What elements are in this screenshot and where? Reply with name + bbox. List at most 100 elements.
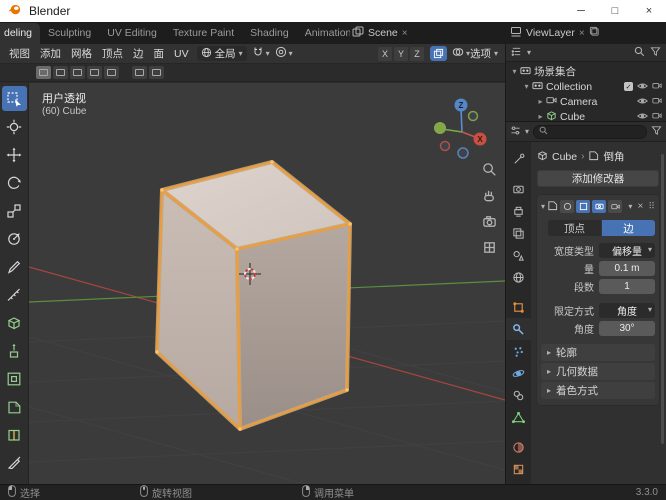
menu-vertex[interactable]: 顶点 <box>97 46 128 61</box>
scene-unlink-icon[interactable]: × <box>402 28 408 39</box>
outliner-row-camera[interactable]: ▸ Camera <box>506 94 666 109</box>
proportional-editing-dropdown[interactable]: ▾ <box>275 46 293 61</box>
maximize-button[interactable]: □ <box>598 0 632 22</box>
tab-view-layer[interactable] <box>506 222 531 244</box>
options-dropdown[interactable]: 选项 ▾ <box>470 46 501 61</box>
menu-add[interactable]: 添加 <box>35 46 66 61</box>
tab-uv-editing[interactable]: UV Editing <box>99 23 165 44</box>
realtime-display-toggle[interactable] <box>592 200 607 213</box>
properties-editor-icon[interactable] <box>510 125 521 139</box>
angle-field[interactable]: 30° <box>599 320 655 336</box>
select-mode-subtract-button[interactable] <box>70 66 85 79</box>
select-mode-intersect-button[interactable] <box>104 66 119 79</box>
drag-handle-icon[interactable]: ⠿ <box>648 201 655 212</box>
minimize-button[interactable]: ─ <box>564 0 598 22</box>
tab-physics[interactable] <box>506 362 531 384</box>
chevron-right-icon[interactable]: ▸ <box>535 112 546 121</box>
tool-loop-cut[interactable] <box>2 422 27 447</box>
tab-texture-paint[interactable]: Texture Paint <box>165 23 242 44</box>
filter-icon[interactable] <box>650 46 661 60</box>
tab-sculpting[interactable]: Sculpting <box>40 23 99 44</box>
search-icon[interactable] <box>634 46 645 60</box>
width-type-dropdown[interactable]: 偏移量 ▾ <box>599 242 655 258</box>
tool-measure[interactable] <box>2 282 27 307</box>
tool-rotate[interactable] <box>2 170 27 195</box>
tool-transform[interactable] <box>2 226 27 251</box>
menu-mesh[interactable]: 网格 <box>66 46 97 61</box>
outliner-editor-icon[interactable] <box>511 46 522 60</box>
shading-subpanel-header[interactable]: ▸ 着色方式 <box>541 382 655 399</box>
tool-bevel[interactable] <box>2 394 27 419</box>
tab-scene[interactable] <box>506 244 531 266</box>
menu-uv[interactable]: UV <box>169 48 194 60</box>
tab-particles[interactable] <box>506 340 531 362</box>
tab-material[interactable] <box>506 436 531 458</box>
pan-hand-icon[interactable] <box>481 187 498 204</box>
scene-selector[interactable]: Scene × <box>352 22 408 44</box>
camera-toggle-icon[interactable] <box>652 96 662 108</box>
gizmo-neg-x-ball[interactable] <box>439 140 451 152</box>
xray-toggle[interactable] <box>429 46 447 61</box>
tab-object[interactable] <box>506 296 531 318</box>
on-cage-toggle[interactable] <box>560 200 575 213</box>
mirror-z-toggle[interactable]: Z <box>409 46 424 61</box>
ortho-grid-icon[interactable] <box>481 239 498 256</box>
filter-icon[interactable] <box>651 125 662 139</box>
affect-vertices-tab[interactable]: 顶点 <box>548 220 601 236</box>
tool-settings-extra-2[interactable] <box>149 66 164 79</box>
affect-edges-tab[interactable]: 边 <box>602 220 655 236</box>
tool-knife[interactable] <box>2 450 27 475</box>
tool-settings-extra-1[interactable] <box>132 66 147 79</box>
tool-extrude-region[interactable] <box>2 338 27 363</box>
chevron-down-icon[interactable]: ▾ <box>541 202 545 211</box>
gizmo-y-ball[interactable] <box>434 122 446 134</box>
tool-move[interactable] <box>2 142 27 167</box>
tab-texture[interactable] <box>506 458 531 480</box>
chevron-down-icon[interactable]: ▾ <box>509 67 520 76</box>
tab-animation[interactable]: Animation <box>297 23 350 44</box>
menu-face[interactable]: 面 <box>149 46 170 61</box>
properties-scrollbar[interactable] <box>661 154 664 444</box>
tool-add-cube[interactable] <box>2 310 27 335</box>
eye-icon[interactable] <box>637 81 648 93</box>
edit-mode-display-toggle[interactable] <box>576 200 591 213</box>
modifier-extras-icon[interactable]: ▾ <box>628 202 632 211</box>
menu-view[interactable]: 视图 <box>4 46 35 61</box>
tool-annotate[interactable] <box>2 254 27 279</box>
gizmo-neg-y-ball[interactable] <box>467 110 479 122</box>
new-layer-icon[interactable] <box>589 26 600 40</box>
tab-modifiers[interactable] <box>506 318 531 340</box>
chevron-down-icon[interactable]: ▾ <box>527 48 531 57</box>
view-layer-unlink-icon[interactable]: × <box>579 28 585 39</box>
tab-world[interactable] <box>506 266 531 288</box>
select-mode-invert-button[interactable] <box>87 66 102 79</box>
modifier-close-icon[interactable]: × <box>634 201 646 212</box>
geometry-subpanel-header[interactable]: ▸ 几何数据 <box>541 363 655 380</box>
tool-select-box[interactable] <box>1 86 27 111</box>
breadcrumb-object[interactable]: Cube <box>552 151 577 163</box>
outliner-row-collection[interactable]: ▾ Collection ✓ <box>506 79 666 94</box>
tab-shading[interactable]: Shading <box>242 23 297 44</box>
limit-method-dropdown[interactable]: 角度 ▾ <box>599 302 655 318</box>
eye-icon[interactable] <box>637 111 648 122</box>
transform-orientation-dropdown[interactable]: 全局 ▾ <box>196 46 247 61</box>
outliner-row-cube[interactable]: ▸ Cube <box>506 109 666 121</box>
navigation-gizmo[interactable]: Z X <box>434 98 487 159</box>
profile-subpanel-header[interactable]: ▸ 轮廓 <box>541 344 655 361</box>
camera-toggle-icon[interactable] <box>652 111 662 122</box>
add-modifier-button[interactable]: 添加修改器 <box>537 170 659 187</box>
eye-icon[interactable] <box>637 96 648 108</box>
tab-render[interactable] <box>506 178 531 200</box>
tool-scale[interactable] <box>2 198 27 223</box>
snap-dropdown[interactable]: ▾ <box>252 46 270 61</box>
gizmo-neg-z-ball[interactable] <box>457 147 469 159</box>
cube-object[interactable] <box>155 160 352 431</box>
tab-modeling[interactable]: deling <box>0 23 41 44</box>
select-mode-extend-button[interactable] <box>53 66 68 79</box>
menu-edge[interactable]: 边 <box>128 46 149 61</box>
mirror-y-toggle[interactable]: Y <box>393 46 408 61</box>
select-mode-set-button[interactable] <box>36 66 51 79</box>
viewport-canvas[interactable]: Z X <box>29 83 505 484</box>
render-display-toggle[interactable] <box>608 200 623 213</box>
chevron-down-icon[interactable]: ▾ <box>521 82 532 91</box>
